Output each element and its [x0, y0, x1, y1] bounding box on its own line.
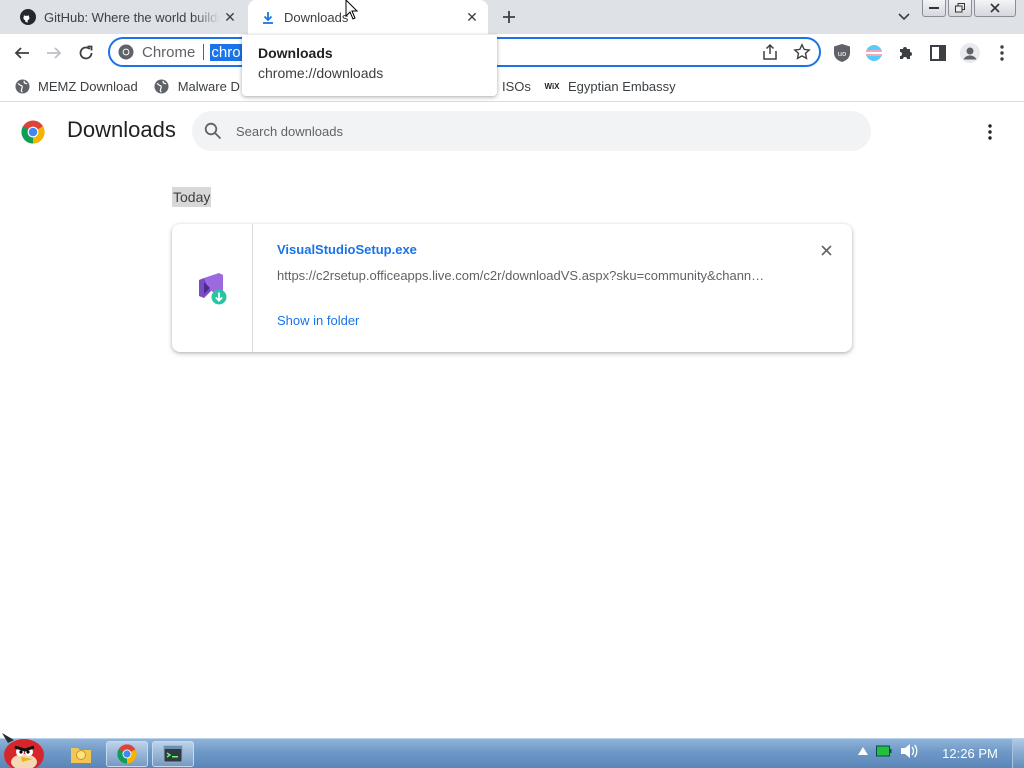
extensions-menu-button[interactable] [894, 41, 918, 65]
search-icon [204, 122, 222, 140]
globe-icon [14, 79, 30, 95]
omnibox-actions [761, 43, 811, 61]
chrome-icon [118, 44, 134, 60]
taskbar-terminal-button[interactable] [152, 741, 194, 767]
taskbar-explorer-button[interactable] [60, 741, 102, 767]
window-controls [922, 0, 1016, 18]
restore-button[interactable] [948, 0, 972, 17]
hover-card-url: chrome://downloads [258, 65, 384, 81]
minimize-icon [929, 7, 939, 9]
visual-studio-icon [199, 273, 227, 305]
arrow-right-icon [47, 47, 62, 59]
arrow-left-icon [14, 47, 29, 59]
tab-title: GitHub: Where the world builds software [44, 9, 220, 25]
globe-icon [154, 79, 170, 95]
svg-text:uo: uo [838, 50, 847, 58]
forward-button[interactable] [42, 41, 66, 65]
puzzle-icon [900, 47, 912, 59]
remove-download-button[interactable] [816, 240, 836, 260]
toolbar: Chrome chro uo [0, 34, 1024, 72]
close-icon[interactable]: ✕ [220, 7, 240, 27]
taskbar: 12:26 PM [0, 733, 1024, 768]
taskbar-clock[interactable]: 12:26 PM [930, 746, 1010, 761]
hover-card-title: Downloads [258, 45, 333, 61]
downloads-menu-button[interactable] [979, 120, 1001, 144]
site-chip-label: Chrome [142, 43, 196, 61]
omnibox-url-text[interactable]: chro [210, 43, 242, 61]
bookmark-label: MEMZ Download [38, 79, 138, 94]
ublock-icon: uo [834, 44, 850, 62]
close-window-button[interactable] [974, 0, 1016, 17]
chevron-down-icon [898, 13, 910, 21]
download-file-icon-container [172, 224, 253, 352]
tab-github[interactable]: GitHub: Where the world builds software … [8, 0, 246, 34]
chrome-logo-icon [21, 120, 45, 144]
download-source-url[interactable]: https://c2rsetup.officeapps.live.com/c2r… [277, 268, 777, 283]
show-in-folder-link[interactable]: Show in folder [277, 313, 359, 328]
reload-button[interactable] [74, 41, 98, 65]
system-tray [858, 743, 918, 759]
extension-flag-icon [866, 45, 882, 61]
star-icon[interactable] [793, 43, 811, 61]
close-icon [820, 244, 832, 256]
bookmarks-bar: MEMZ Download Malware D ISOs WiX Egyptia… [0, 72, 1024, 102]
more-vertical-icon [988, 124, 992, 140]
bookmark-egyptian-embassy[interactable]: WiX Egyptian Embassy [544, 79, 676, 95]
bookmark-label: ISOs [502, 79, 531, 94]
download-file-name-link[interactable]: VisualStudioSetup.exe [277, 242, 417, 257]
folder-icon [71, 748, 91, 763]
browser-menu-button[interactable] [990, 41, 1014, 65]
download-item: VisualStudioSetup.exe https://c2rsetup.o… [172, 224, 852, 352]
github-icon [20, 9, 36, 25]
omnibox-separator [203, 44, 205, 60]
search-downloads[interactable] [192, 111, 871, 151]
new-tab-button[interactable] [497, 6, 521, 28]
taskbar-chrome-button[interactable] [106, 741, 148, 767]
tab-search-button[interactable] [894, 8, 914, 26]
close-icon [990, 3, 1000, 13]
share-icon[interactable] [761, 43, 779, 61]
show-desktop-button[interactable] [1012, 739, 1024, 768]
profile-button[interactable] [958, 41, 982, 65]
minimize-button[interactable] [922, 0, 946, 17]
page-title: Downloads [67, 117, 176, 142]
start-button-angry-bird-icon[interactable] [0, 729, 52, 768]
date-section-label: Today [172, 187, 212, 207]
battery-icon[interactable] [876, 744, 892, 758]
tab-title: Downloads [284, 10, 349, 25]
more-vertical-icon [1000, 45, 1004, 61]
close-icon[interactable]: ✕ [462, 8, 482, 28]
bookmark-label: Malware D [177, 79, 240, 94]
extension-button[interactable] [862, 41, 886, 65]
ublock-extension-button[interactable]: uo [830, 41, 854, 65]
reload-icon [79, 45, 93, 60]
terminal-icon [163, 745, 183, 763]
bookmark-label: Egyptian Embassy [568, 79, 676, 94]
search-input[interactable] [236, 123, 836, 139]
bookmark-memz-download[interactable]: MEMZ Download [14, 79, 138, 95]
back-button[interactable] [10, 41, 34, 65]
tab-strip: GitHub: Where the world builds software … [0, 0, 1024, 35]
side-panel-icon [930, 45, 946, 61]
download-icon [260, 10, 276, 26]
plus-icon [503, 11, 515, 23]
bookmark-malware[interactable]: Malware D [154, 79, 240, 95]
bookmark-isos[interactable]: ISOs [502, 79, 531, 94]
chevron-up-icon[interactable] [858, 747, 868, 755]
restore-icon [955, 3, 965, 13]
side-panel-button[interactable] [926, 41, 950, 65]
tab-downloads[interactable]: Downloads ✕ [248, 0, 488, 35]
mouse-cursor-icon [345, 0, 359, 20]
site-chip[interactable]: Chrome [118, 44, 195, 61]
avatar [960, 43, 980, 63]
wix-icon: WiX [544, 82, 560, 91]
volume-icon[interactable] [900, 743, 918, 759]
chrome-icon [117, 744, 137, 764]
tab-hover-card: Downloads chrome://downloads [242, 35, 497, 96]
downloads-header: Downloads [0, 103, 1024, 159]
